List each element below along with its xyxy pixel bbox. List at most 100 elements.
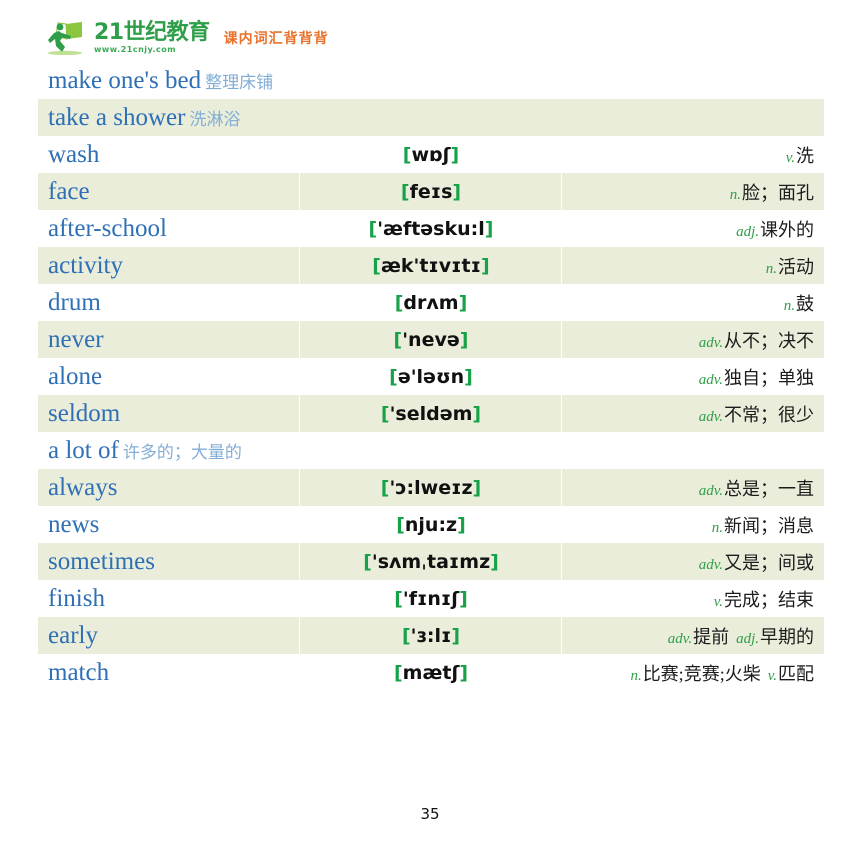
- phonetic-cell: ['fɪnɪʃ]: [300, 580, 562, 617]
- site-logo-header: 21世纪教育 www.21cnjy.com 课内词汇背背背: [46, 20, 329, 56]
- vocab-row: wash [wɒʃ] v.洗: [38, 136, 824, 173]
- bracket-open: [: [393, 328, 403, 351]
- meaning-text: 提前: [693, 626, 730, 647]
- definition-sense: adv.从不；决不: [699, 331, 814, 351]
- bracket-close: ]: [459, 328, 469, 351]
- part-of-speech: adv.: [698, 556, 723, 573]
- meaning-text: 匹配: [778, 663, 814, 684]
- bracket-open: [: [380, 402, 390, 425]
- definition-cell: adv.从不；决不: [562, 321, 824, 358]
- definition-cell: adv.独自；单独: [562, 358, 824, 395]
- vocab-row: early ['ɜ:lɪ] adv.提前 adj.早期的: [38, 617, 824, 654]
- vocab-row: always ['ɔ:lweɪz] adv.总是；一直: [38, 469, 824, 506]
- vocab-row: seldom ['seldəm] adv.不常；很少: [38, 395, 824, 432]
- bracket-open: [: [389, 365, 398, 388]
- phonetic-value: æk'tɪvɪtɪ: [380, 254, 481, 277]
- definition-cell: adj.课外的: [562, 210, 824, 247]
- vocab-row: activity [æk'tɪvɪtɪ] n.活动: [38, 247, 824, 284]
- phonetic-value: ə'ləʊn: [397, 365, 465, 388]
- vocab-row: finish ['fɪnɪʃ] v.完成；结束: [38, 580, 824, 617]
- vocab-row: sometimes ['sʌmˌtaɪmz] adv.又是；间或: [38, 543, 824, 580]
- phonetic-value: wɒʃ: [411, 143, 451, 166]
- phonetic-value: 'sʌmˌtaɪmz: [371, 550, 491, 573]
- definition-text: adj.课外的: [736, 220, 814, 240]
- vocab-row: alone [ə'ləʊn] adv.独自；单独: [38, 358, 824, 395]
- word-cell: face: [38, 173, 300, 210]
- phonetic-cell: [mætʃ]: [300, 654, 562, 691]
- definition-text: n.鼓: [784, 294, 814, 314]
- vocabulary-table: make one's bed 整理床铺 take a shower 洗淋浴 wash [w…: [38, 62, 824, 691]
- part-of-speech: v.: [785, 149, 795, 166]
- meaning-text: 从不；决不: [724, 330, 814, 351]
- phonetic-cell: [wɒʃ]: [300, 136, 562, 173]
- word-text: after-school: [48, 214, 167, 242]
- phonetic-text: ['ɔ:lweɪz]: [381, 477, 481, 499]
- bracket-close: ]: [472, 402, 482, 425]
- part-of-speech: adv.: [667, 630, 693, 647]
- phrase-chinese: 洗淋浴: [189, 109, 241, 129]
- bracket-close: ]: [484, 217, 494, 240]
- logo-wordmark: 21世纪教育 www.21cnjy.com: [94, 21, 210, 55]
- definition-sense: n.新闻；消息: [712, 516, 814, 536]
- bracket-open: [: [401, 624, 411, 647]
- word-cell: drum: [38, 284, 300, 321]
- word-cell: alone: [38, 358, 300, 395]
- definition-cell: n.活动: [562, 247, 824, 284]
- word-text: early: [48, 621, 98, 649]
- phrase-cell: a lot of 许多的；大量的: [38, 432, 824, 469]
- meaning-text: 不常；很少: [724, 404, 814, 425]
- phonetic-value: 'ɔ:lweɪz: [389, 476, 473, 499]
- word-cell: match: [38, 654, 300, 691]
- word-cell: seldom: [38, 395, 300, 432]
- definition-cell: adv.又是；间或: [562, 543, 824, 580]
- phonetic-value: 'nevə: [402, 328, 460, 351]
- word-text: sometimes: [48, 547, 155, 575]
- definition-cell: adv.总是；一直: [562, 469, 824, 506]
- vocab-row: make one's bed 整理床铺: [38, 62, 824, 99]
- part-of-speech: n.: [765, 260, 777, 277]
- definition-cell: adv.不常；很少: [562, 395, 824, 432]
- word-text: wash: [48, 140, 100, 168]
- definition-sense: v.完成；结束: [714, 590, 814, 610]
- vocab-row: news [nju:z] n.新闻；消息: [38, 506, 824, 543]
- phonetic-text: [feɪs]: [401, 181, 461, 203]
- word-cell: wash: [38, 136, 300, 173]
- definition-sense: adj.早期的: [736, 627, 814, 647]
- definition-cell: v.完成；结束: [562, 580, 824, 617]
- meaning-text: 脸；面孔: [742, 182, 814, 203]
- bracket-close: ]: [450, 143, 460, 166]
- meaning-text: 活动: [778, 256, 814, 277]
- definition-sense: adv.又是；间或: [699, 553, 814, 573]
- phonetic-text: ['ɜ:lɪ]: [402, 625, 460, 647]
- phonetic-text: ['seldəm]: [381, 403, 481, 425]
- vocab-row: drum [drʌm] n.鼓: [38, 284, 824, 321]
- definition-cell: n.比赛;竞赛;火柴 v.匹配: [562, 654, 824, 691]
- word-text: match: [48, 658, 110, 686]
- phonetic-text: [wɒʃ]: [403, 144, 459, 166]
- definition-text: n.脸；面孔: [730, 183, 814, 203]
- meaning-text: 早期的: [760, 626, 814, 647]
- definition-cell: adv.提前 adj.早期的: [562, 617, 824, 654]
- phonetic-cell: ['sʌmˌtaɪmz]: [300, 543, 562, 580]
- logo-main-text: 21世纪教育: [94, 20, 210, 45]
- word-text: face: [48, 177, 90, 205]
- bracket-close: ]: [464, 365, 473, 388]
- phrase-english: make one's bed: [48, 66, 202, 94]
- meaning-text: 鼓: [796, 293, 814, 314]
- phonetic-cell: [æk'tɪvɪtɪ]: [300, 247, 562, 284]
- vocab-row: never ['nevə] adv.从不；决不: [38, 321, 824, 358]
- definition-sense: adv.总是；一直: [699, 479, 814, 499]
- word-cell: news: [38, 506, 300, 543]
- phrase-chinese: 许多的；大量的: [122, 442, 242, 462]
- meaning-text: 总是；一直: [724, 478, 814, 499]
- page-number: 35: [420, 805, 440, 823]
- bracket-open: [: [396, 513, 405, 536]
- part-of-speech: adj.: [736, 223, 759, 240]
- phonetic-value: feɪs: [409, 180, 453, 203]
- word-text: never: [48, 325, 104, 353]
- bracket-open: [: [368, 217, 378, 240]
- word-text: always: [48, 473, 118, 501]
- word-text: alone: [48, 362, 103, 390]
- part-of-speech: adv.: [698, 482, 723, 499]
- bracket-close: ]: [451, 624, 461, 647]
